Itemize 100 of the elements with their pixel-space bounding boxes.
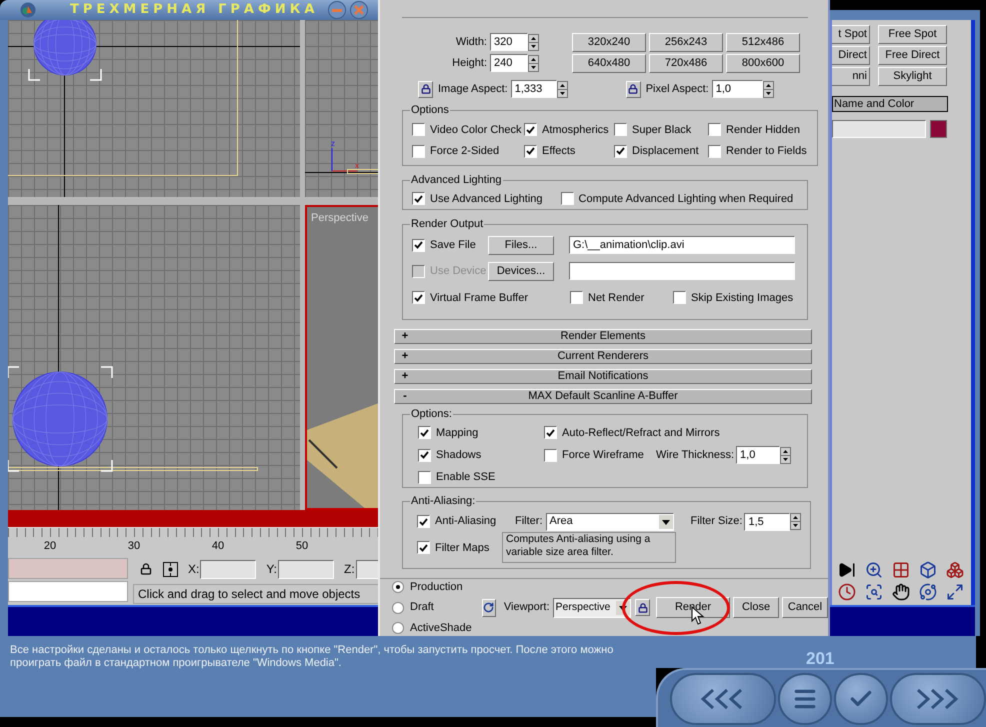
checkbox[interactable] — [417, 515, 430, 528]
rollout-header[interactable]: Name and Color — [832, 96, 948, 112]
color-swatch[interactable] — [930, 120, 947, 138]
page-number: 201 — [806, 649, 834, 668]
preset-button[interactable]: 800x600 — [726, 54, 800, 72]
checkbox[interactable] — [412, 238, 425, 252]
checkbox[interactable] — [673, 291, 686, 304]
devices-button[interactable]: Devices... — [488, 262, 554, 280]
preset-button[interactable]: 256x243 — [649, 32, 723, 52]
object-type-button[interactable]: Free Spot — [878, 25, 947, 44]
lock-button[interactable] — [626, 80, 641, 98]
checkbox[interactable] — [524, 144, 537, 158]
region-magnifier-icon[interactable] — [865, 583, 883, 601]
dialog-button[interactable]: Close — [733, 597, 779, 618]
close-button[interactable] — [350, 1, 368, 19]
viewport-label: Perspective — [311, 211, 368, 226]
app-logo-icon — [20, 2, 36, 18]
preset-button[interactable]: 720x486 — [649, 54, 723, 72]
listener-field[interactable] — [8, 581, 128, 602]
coordinate-field[interactable] — [200, 560, 256, 578]
lock-button[interactable] — [418, 80, 433, 98]
preset-button[interactable]: 640x480 — [572, 54, 646, 72]
height-field[interactable]: 240 — [490, 54, 528, 72]
grid-magnifier-icon[interactable] — [892, 561, 910, 579]
spinner[interactable] — [780, 446, 792, 464]
rotate-arrow-icon — [483, 602, 494, 613]
object-type-button[interactable]: Direct — [832, 46, 870, 65]
checkbox-label: Render to Fields — [726, 144, 807, 159]
checkbox[interactable] — [418, 448, 431, 462]
orbit-icon[interactable] — [919, 583, 937, 601]
width-field[interactable]: 320 — [490, 33, 528, 51]
device-field[interactable] — [569, 262, 795, 280]
spinner[interactable] — [528, 34, 539, 50]
name-field[interactable] — [832, 120, 926, 138]
back-button[interactable] — [670, 672, 776, 724]
checkbox[interactable] — [524, 123, 537, 136]
hand-icon[interactable] — [892, 583, 910, 601]
checkmark-icon — [420, 451, 429, 459]
checkbox[interactable] — [418, 470, 431, 484]
checkbox[interactable] — [614, 123, 627, 136]
output-path-field[interactable]: G:\__animation\clip.avi — [569, 236, 795, 254]
rollout-bar[interactable]: + Current Renderers — [394, 349, 812, 364]
minimize-button[interactable] — [328, 1, 346, 19]
files-button[interactable]: Files... — [488, 236, 554, 254]
checkbox-label: Effects — [542, 144, 576, 159]
spinner[interactable] — [762, 80, 774, 98]
viewport-dropdown[interactable]: Perspective — [552, 598, 631, 618]
coordinate-field[interactable] — [278, 560, 334, 578]
preset-button[interactable]: 320x240 — [572, 32, 646, 52]
resize-icon[interactable] — [946, 583, 964, 601]
instruction-text: Все настройки сделаны и осталось только щелкнуть по кнопке "Render", чтобы запустить просчет. После этого можно проиграть файл в стандартном проигрывателе "Windows Media". — [10, 644, 614, 670]
checkbox[interactable] — [412, 291, 425, 304]
checkbox[interactable] — [560, 192, 574, 206]
checkbox[interactable] — [544, 426, 557, 440]
radio-button[interactable] — [392, 602, 404, 614]
skip-end-icon[interactable] — [838, 561, 856, 579]
check-button[interactable] — [834, 672, 888, 724]
checkbox[interactable] — [614, 144, 627, 158]
spinner[interactable] — [528, 54, 539, 72]
lock-button[interactable] — [635, 599, 650, 616]
lock-icon[interactable] — [140, 563, 152, 575]
dialog-button[interactable]: Cancel — [782, 597, 828, 618]
checkbox[interactable] — [708, 144, 721, 158]
clock-icon[interactable] — [838, 583, 856, 601]
checkbox-label: Auto-Reflect/Refract and Mirrors — [562, 426, 720, 440]
cube-icon[interactable] — [919, 561, 937, 579]
image-aspect-field[interactable]: 1,333 — [510, 80, 557, 98]
checkbox[interactable] — [418, 426, 431, 440]
rollout-bar[interactable]: + Render Elements — [394, 329, 812, 344]
checkbox[interactable] — [708, 123, 721, 136]
radio-button[interactable] — [392, 581, 404, 593]
rollout-bar[interactable]: - MAX Default Scanline A-Buffer — [394, 389, 812, 404]
cubes-icon[interactable] — [946, 561, 964, 579]
field-label: Pixel Aspect: — [646, 82, 709, 97]
filter-size-field[interactable]: 1,5 — [744, 512, 790, 530]
menu-button[interactable] — [778, 672, 832, 724]
object-type-button[interactable]: Free Direct — [878, 46, 947, 65]
radio-button[interactable] — [392, 622, 404, 634]
refresh-button[interactable] — [482, 598, 496, 616]
wire-thickness-field[interactable]: 1,0 — [736, 446, 780, 464]
checkbox[interactable] — [412, 144, 425, 158]
pixel-aspect-field[interactable]: 1,0 — [712, 80, 763, 98]
magnifier-icon[interactable] — [865, 561, 883, 579]
object-type-button[interactable]: t Spot — [832, 25, 870, 44]
checkbox[interactable] — [544, 448, 557, 462]
prompt-field[interactable] — [8, 558, 128, 579]
checkbox[interactable] — [570, 291, 583, 304]
spinner[interactable] — [790, 513, 802, 530]
snap-target-icon[interactable] — [163, 562, 178, 576]
filter-dropdown[interactable]: Area — [546, 512, 674, 530]
object-type-button[interactable]: Skylight — [878, 67, 947, 86]
checkbox[interactable] — [412, 123, 425, 136]
rollout-bar[interactable]: + Email Notifications — [394, 369, 812, 384]
checkbox[interactable] — [412, 192, 425, 206]
preset-button[interactable]: 512x486 — [726, 32, 800, 52]
object-type-button[interactable]: nni — [832, 67, 870, 86]
checkbox[interactable] — [417, 541, 430, 554]
forward-button[interactable] — [890, 672, 986, 724]
spinner[interactable] — [556, 80, 568, 98]
field-label: Width: — [454, 34, 488, 50]
